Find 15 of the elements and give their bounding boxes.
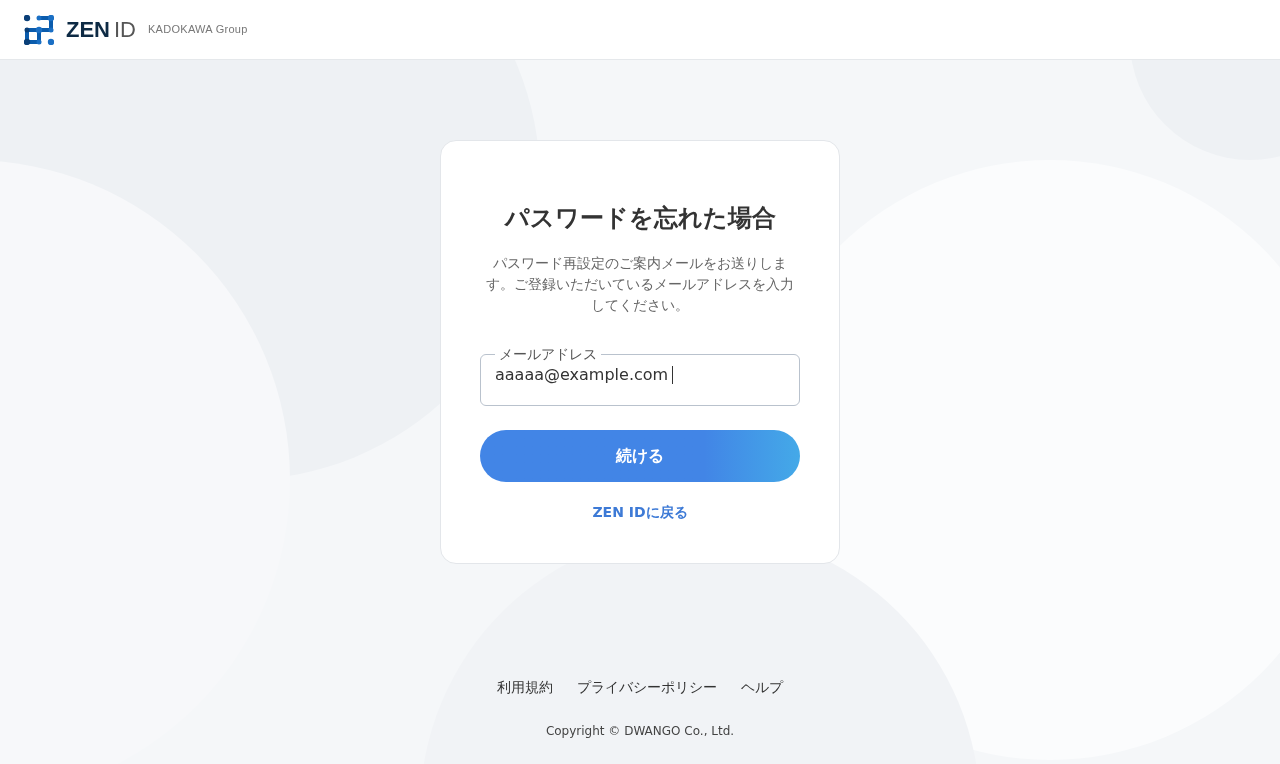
back-link[interactable]: ZEN IDに戻る [592,502,688,523]
logo-icon [24,14,54,45]
email-value: aaaaa@example.com [495,364,669,386]
footer-link[interactable]: 利用規約 [497,677,553,698]
logo-wordmark: ZEN ID [66,18,136,41]
footer-link[interactable]: プライバシーポリシー [577,677,717,698]
page-title: パスワードを忘れた場合 [504,203,776,233]
footer-link[interactable]: ヘルプ [741,677,783,698]
copyright-text: Copyright © DWANGO Co., Ltd. [545,723,735,740]
description-text: パスワード再設定のご案内メールをお送りします。ご登録いただいているメールアドレスを入力してください。 [485,254,795,315]
field-label: メールアドレス [498,345,598,363]
continue-button[interactable]: 続ける [480,430,800,482]
email-field[interactable]: メールアドレス aaaaa@example.com [480,345,800,406]
group-label: KADOKAWA Group [148,22,248,38]
text-caret [672,366,674,384]
